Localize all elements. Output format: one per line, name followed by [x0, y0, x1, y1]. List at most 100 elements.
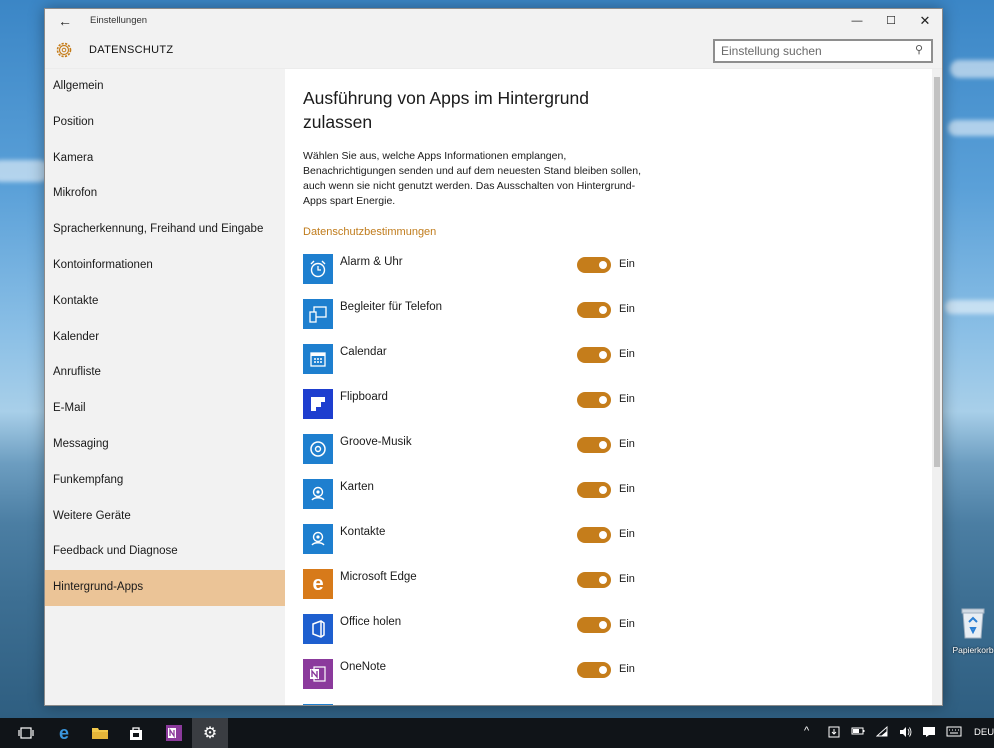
onenote-icon [303, 659, 333, 689]
minimize-button[interactable]: — [840, 9, 874, 33]
settings-window: ← Einstellungen — ☐ ✕ DATENSCHUTZ ⚲ Allg… [44, 8, 943, 706]
alarm-clock-icon [303, 254, 333, 284]
app-name: Microsoft Edge [340, 571, 417, 583]
taskbar-edge-button[interactable]: e [46, 718, 82, 748]
recycle-bin-desktop-icon[interactable]: Papierkorb [951, 606, 994, 655]
gear-icon: ⚙ [202, 725, 218, 742]
page-category-title: DATENSCHUTZ [89, 44, 174, 56]
minimize-icon: — [851, 15, 863, 27]
back-button[interactable]: ← [55, 12, 75, 30]
calendar-icon [303, 344, 333, 374]
flipboard-icon [303, 389, 333, 419]
maps-icon [303, 479, 333, 509]
sidebar-item-email[interactable]: E-Mail [45, 391, 285, 427]
toggle-state: Ein [619, 528, 635, 540]
page-description: Wählen Sie aus, welche Apps Informatione… [303, 150, 642, 207]
app-row: Begleiter für Telefon Ein [303, 299, 643, 331]
taskbar-settings-button[interactable]: ⚙ [192, 718, 228, 748]
edge-icon: e [303, 569, 333, 599]
app-toggle[interactable] [577, 617, 611, 633]
app-toggle[interactable] [577, 347, 611, 363]
app-toggle[interactable] [577, 392, 611, 408]
app-icon [303, 704, 333, 705]
toggle-state: Ein [619, 573, 635, 585]
close-button[interactable]: ✕ [908, 9, 942, 33]
sidebar-item-spracherkennung[interactable]: Spracherkennung, Freihand und Eingabe [45, 212, 285, 248]
toggle-state: Ein [619, 303, 635, 315]
search-input[interactable] [713, 39, 933, 63]
wifi-icon[interactable] [875, 725, 888, 741]
app-toggle[interactable] [577, 572, 611, 588]
sidebar-item-kontoinformationen[interactable]: Kontoinformationen [45, 248, 285, 284]
cloud-decoration [0, 160, 50, 182]
sidebar-item-kalender[interactable]: Kalender [45, 320, 285, 356]
contacts-icon [303, 524, 333, 554]
search-icon[interactable]: ⚲ [915, 43, 929, 57]
recycle-bin-label: Papierkorb [952, 645, 994, 655]
volume-icon[interactable] [899, 726, 913, 741]
back-arrow-icon: ← [58, 13, 72, 29]
taskbar: e ⚙ ^ DEU [0, 718, 994, 748]
groove-music-icon [303, 434, 333, 464]
sidebar-item-hintergrund-apps[interactable]: Hintergrund-Apps [45, 570, 285, 606]
app-toggle[interactable] [577, 482, 611, 498]
scrollbar[interactable] [932, 69, 942, 705]
sidebar-item-allgemein[interactable]: Allgemein [45, 69, 285, 105]
toggle-state: Ein [619, 258, 635, 270]
cloud-decoration [948, 120, 994, 136]
sidebar-item-anrufliste[interactable]: Anrufliste [45, 355, 285, 391]
sidebar-item-weitere-geraete[interactable]: Weitere Geräte [45, 499, 285, 535]
sidebar-item-kamera[interactable]: Kamera [45, 141, 285, 177]
sidebar-item-position[interactable]: Position [45, 105, 285, 141]
toggle-state: Ein [619, 663, 635, 675]
settings-header: DATENSCHUTZ ⚲ [45, 33, 942, 69]
app-row: Alarm & Uhr Ein [303, 254, 643, 286]
action-center-icon[interactable] [922, 726, 936, 741]
toggle-state: Ein [619, 348, 635, 360]
folder-icon [92, 728, 108, 739]
app-row: Office holen Ein [303, 614, 643, 646]
keyboard-icon[interactable] [946, 726, 962, 740]
gear-icon [56, 42, 72, 58]
task-view-icon [18, 727, 34, 739]
taskbar-onenote-button[interactable] [156, 718, 192, 748]
app-row: Karten Ein [303, 479, 643, 511]
sidebar-item-mikrofon[interactable]: Mikrofon [45, 176, 285, 212]
sidebar-item-kontakte[interactable]: Kontakte [45, 284, 285, 320]
edge-icon: e [58, 722, 69, 743]
maximize-button[interactable]: ☐ [874, 9, 908, 33]
chevron-up-icon: ^ [804, 725, 810, 737]
onenote-icon [166, 725, 182, 741]
privacy-policy-link[interactable]: Datenschutzbestimmungen [303, 226, 436, 238]
app-toggle[interactable] [577, 257, 611, 273]
sidebar-item-funkempfang[interactable]: Funkempfang [45, 463, 285, 499]
app-name: Groove-Musik [340, 436, 412, 448]
maximize-icon: ☐ [886, 15, 896, 27]
app-toggle[interactable] [577, 662, 611, 678]
app-toggle[interactable] [577, 302, 611, 318]
office-icon [303, 614, 333, 644]
language-indicator[interactable]: DEU [974, 727, 994, 738]
task-view-button[interactable] [8, 718, 44, 748]
app-name: Office holen [340, 616, 402, 628]
app-row: OneNote Ein [303, 659, 643, 691]
toggle-state: Ein [619, 483, 635, 495]
app-name: Flipboard [340, 391, 388, 403]
toggle-state: Ein [619, 618, 635, 630]
app-row: Calendar Ein [303, 344, 643, 376]
recycle-bin-icon [961, 608, 985, 639]
taskbar-store-button[interactable] [118, 718, 154, 748]
app-toggle[interactable] [577, 527, 611, 543]
show-hidden-icons-button[interactable]: ^ [804, 725, 809, 737]
app-row-partial [303, 704, 643, 705]
taskbar-explorer-button[interactable] [82, 718, 118, 748]
scrollbar-thumb[interactable] [934, 77, 940, 467]
app-toggle[interactable] [577, 437, 611, 453]
sidebar-item-feedback[interactable]: Feedback und Diagnose [45, 534, 285, 570]
phone-companion-icon [303, 299, 333, 329]
tray-download-icon[interactable] [828, 726, 840, 741]
cloud-decoration [945, 300, 994, 314]
battery-icon[interactable] [851, 726, 865, 739]
store-bag-icon [130, 727, 142, 740]
sidebar-item-messaging[interactable]: Messaging [45, 427, 285, 463]
